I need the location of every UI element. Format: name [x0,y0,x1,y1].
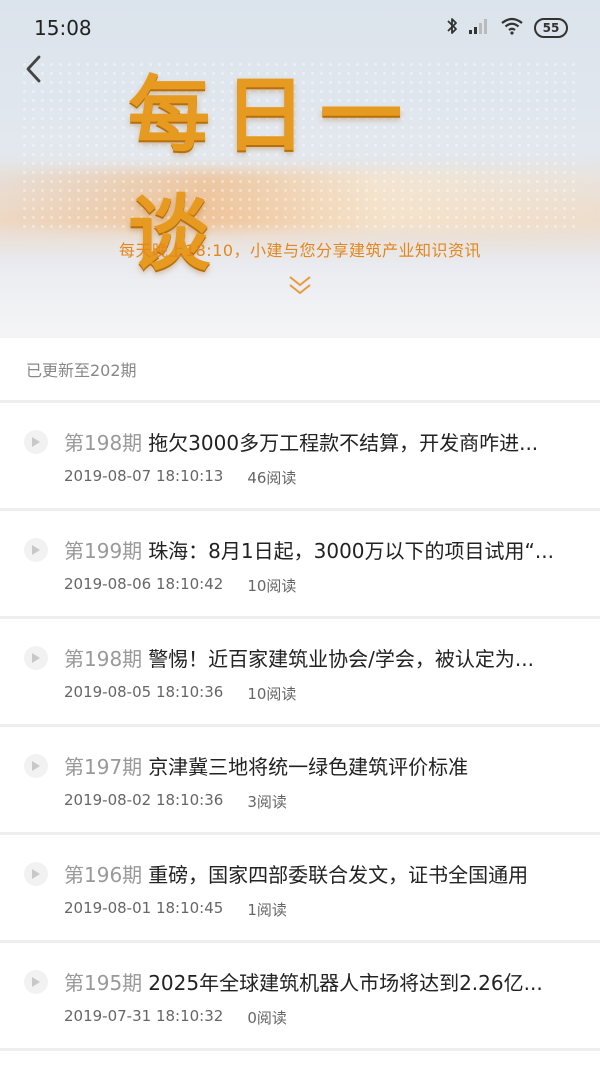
episode-meta: 2019-08-01 18:10:45 1阅读 [64,899,287,920]
list-item[interactable]: 第198期 警惕！近百家建筑业协会/学会，被认定为... 2019-08-05 1… [0,619,600,727]
update-status-text: 已更新至202期 [26,361,137,380]
signal-icon [468,17,490,39]
episode-issue: 第197期 [64,755,143,779]
episode-date: 2019-08-01 18:10:45 [64,899,224,917]
list-item[interactable]: 第195期 2025年全球建筑机器人市场将达到2.26亿... 2019-07-3… [0,943,600,1051]
episode-date: 2019-08-07 18:10:13 [64,467,224,485]
episode-meta: 2019-08-05 18:10:36 10阅读 [64,683,296,704]
play-icon[interactable] [24,862,48,886]
episode-title-text: 珠海：8月1日起，3000万以下的项目试用“... [148,539,554,563]
program-logo: 每日一谈 [128,68,478,282]
episode-issue: 第195期 [64,971,143,995]
episode-meta: 2019-08-02 18:10:36 3阅读 [64,791,287,812]
episode-title: 第198期 警惕！近百家建筑业协会/学会，被认定为... [64,643,574,672]
episode-reads: 46阅读 [247,469,297,487]
status-icons: 55 [446,16,568,40]
episode-issue: 第198期 [64,647,143,671]
episode-issue: 第196期 [64,863,143,887]
battery-icon: 55 [534,18,568,38]
status-time: 15:08 [34,16,92,40]
episode-reads: 1阅读 [247,901,287,919]
episode-title-text: 京津冀三地将统一绿色建筑评价标准 [148,755,469,779]
play-icon[interactable] [24,970,48,994]
list-item[interactable]: 第198期 拖欠3000多万工程款不结算，开发商咋进... 2019-08-07 … [0,403,600,511]
episode-title: 第198期 拖欠3000多万工程款不结算，开发商咋进... [64,427,574,456]
list-item[interactable]: 第199期 珠海：8月1日起，3000万以下的项目试用“... 2019-08-0… [0,511,600,619]
list-item[interactable]: 第196期 重磅，国家四部委联合发文，证书全国通用 2019-08-01 18:1… [0,835,600,943]
episode-title: 第196期 重磅，国家四部委联合发文，证书全国通用 [64,859,574,888]
episode-meta: 2019-08-06 18:10:42 10阅读 [64,575,296,596]
episode-reads: 3阅读 [247,793,287,811]
play-icon[interactable] [24,430,48,454]
episode-date: 2019-08-06 18:10:42 [64,575,224,593]
episode-date: 2019-08-05 18:10:36 [64,683,224,701]
wifi-icon [500,17,524,39]
play-icon[interactable] [24,754,48,778]
episode-title: 第197期 京津冀三地将统一绿色建筑评价标准 [64,751,574,780]
episode-title-text: 重磅，国家四部委联合发文，证书全国通用 [148,863,529,887]
episode-issue: 第199期 [64,539,143,563]
episode-reads: 0阅读 [247,1009,287,1027]
list-item[interactable]: 第197期 京津冀三地将统一绿色建筑评价标准 2019-08-02 18:10:3… [0,727,600,835]
episode-title-text: 2025年全球建筑机器人市场将达到2.26亿... [148,971,543,995]
play-icon[interactable] [24,646,48,670]
episode-list: 第198期 拖欠3000多万工程款不结算，开发商咋进... 2019-08-07 … [0,403,600,1051]
episode-date: 2019-08-02 18:10:36 [64,791,224,809]
episode-title: 第199期 珠海：8月1日起，3000万以下的项目试用“... [64,535,574,564]
episode-date: 2019-07-31 18:10:32 [64,1007,224,1025]
double-chevron-down-icon [289,276,311,295]
episode-reads: 10阅读 [247,577,297,595]
program-tagline: 每天晚上18:10，小建与您分享建筑产业知识资讯 [118,241,482,260]
expand-button[interactable] [285,272,315,298]
episode-meta: 2019-07-31 18:10:32 0阅读 [64,1007,287,1028]
bluetooth-icon [446,16,458,40]
episode-title: 第195期 2025年全球建筑机器人市场将达到2.26亿... [64,967,574,996]
episode-title-text: 拖欠3000多万工程款不结算，开发商咋进... [148,431,539,455]
episode-issue: 第198期 [64,431,143,455]
episode-reads: 10阅读 [247,685,297,703]
update-status-bar: 已更新至202期 [0,338,600,400]
episode-meta: 2019-08-07 18:10:13 46阅读 [64,467,296,488]
logo-text: 每日一谈 [128,68,417,282]
play-icon[interactable] [24,538,48,562]
back-arrow-icon [26,55,41,83]
back-button[interactable] [18,52,48,86]
episode-title-text: 警惕！近百家建筑业协会/学会，被认定为... [148,647,534,671]
